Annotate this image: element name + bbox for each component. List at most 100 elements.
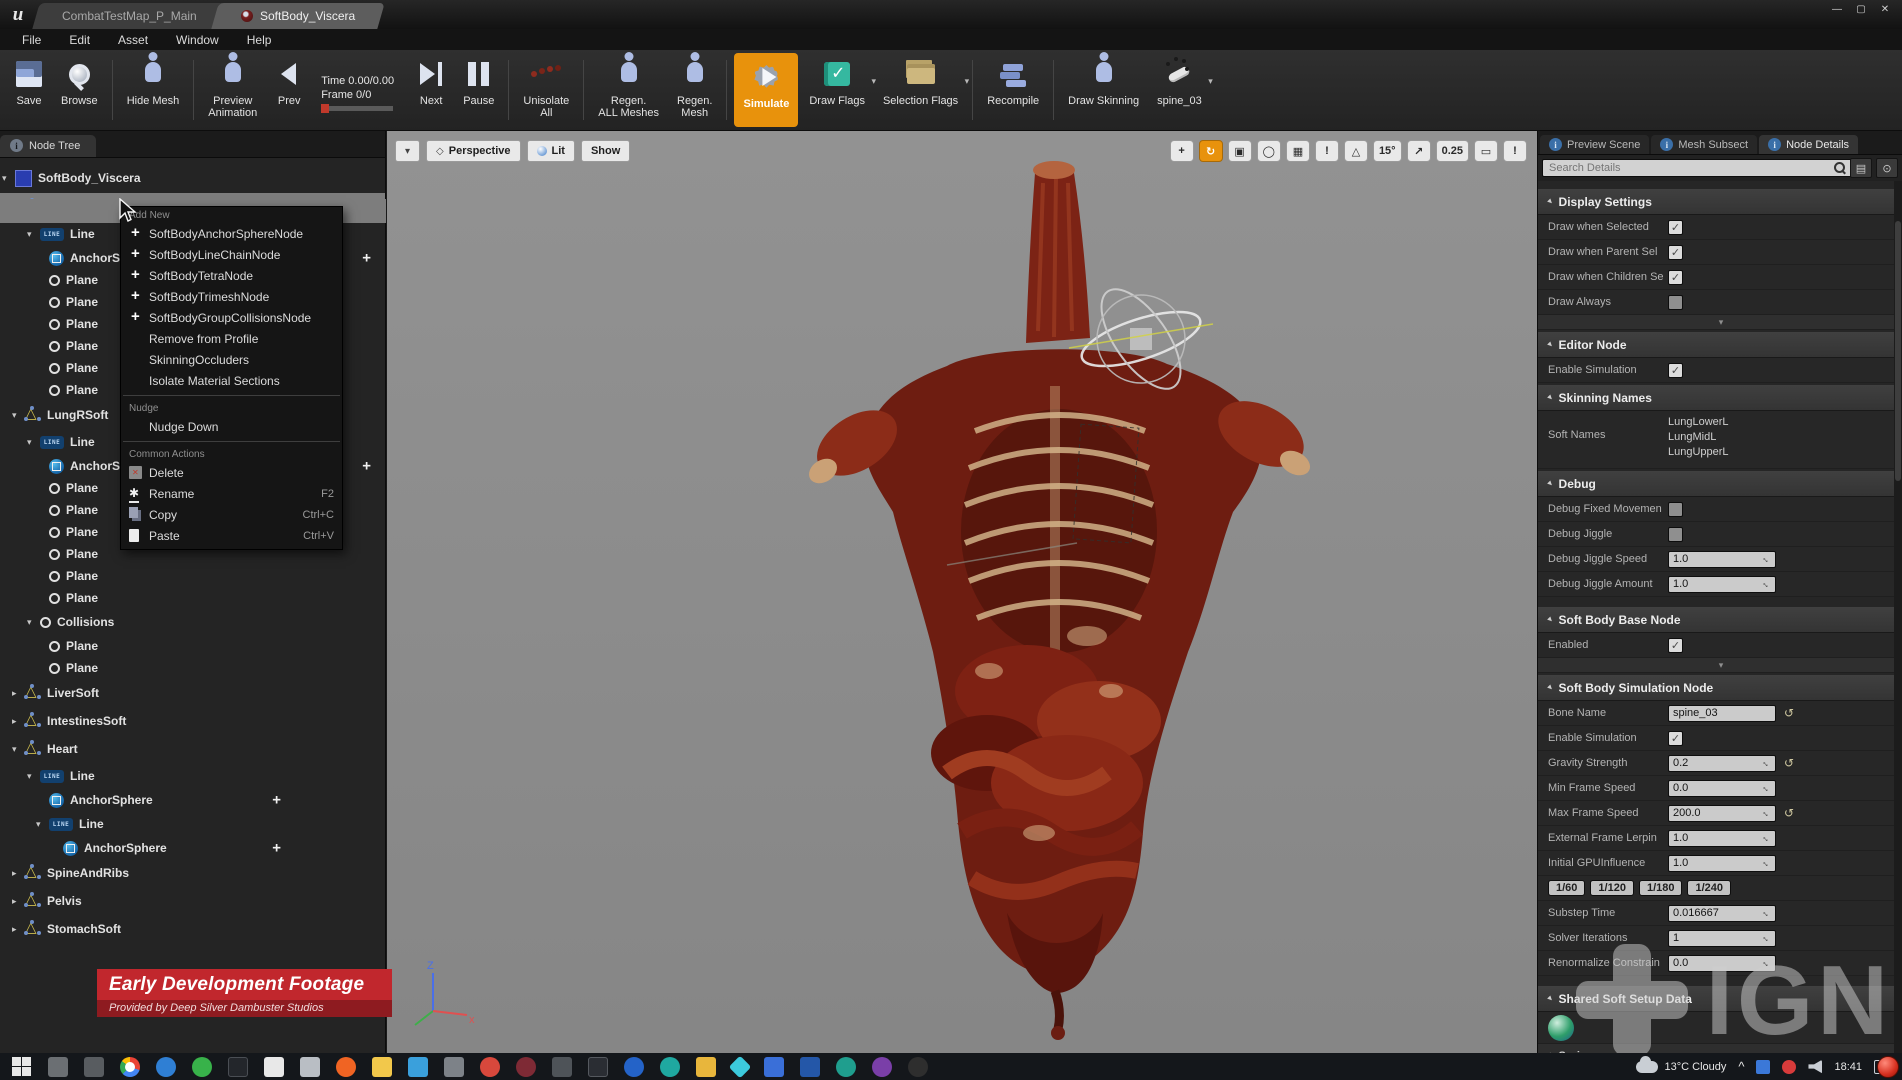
- taskbar-app-icon[interactable]: [624, 1057, 644, 1077]
- value-field[interactable]: 1.0 ↔: [1668, 576, 1776, 593]
- value-field[interactable]: 1 ↔: [1668, 930, 1776, 947]
- tray-chevron[interactable]: ^: [1738, 1059, 1744, 1074]
- taskbar-app-icon[interactable]: [372, 1057, 392, 1077]
- taskbar-app-icon[interactable]: [48, 1057, 68, 1077]
- viewport-tool-button[interactable]: !: [1315, 140, 1339, 162]
- context-menu-item[interactable]: SoftBodyGroupCollisionsNode: [121, 307, 342, 328]
- list-view-button[interactable]: ▤: [1850, 158, 1872, 178]
- taskbar-app-icon[interactable]: [480, 1057, 500, 1077]
- close-button[interactable]: ✕: [1874, 2, 1896, 18]
- taskbar-app-icon[interactable]: [696, 1057, 716, 1077]
- context-menu-item[interactable]: Rename F2: [121, 483, 342, 504]
- viewport-tool-button[interactable]: ↗: [1407, 140, 1431, 162]
- context-menu-item[interactable]: [123, 395, 340, 396]
- taskbar-app-icon[interactable]: [552, 1057, 572, 1077]
- viewport-tool-button[interactable]: ↻: [1199, 140, 1223, 162]
- expand-arrow-icon[interactable]: [2, 173, 15, 184]
- maximize-button[interactable]: ▢: [1850, 2, 1872, 18]
- clock[interactable]: 18:41: [1834, 1061, 1862, 1073]
- toolbar-button[interactable]: [112, 60, 113, 120]
- context-menu-item[interactable]: Paste Ctrl+V: [121, 525, 342, 546]
- section-expand-icon[interactable]: ▾: [1545, 478, 1556, 489]
- tray-icon-red[interactable]: [1782, 1060, 1796, 1074]
- taskbar-app-icon[interactable]: [516, 1057, 536, 1077]
- viewport-tool-button[interactable]: +: [1170, 140, 1194, 162]
- details-scrollbar[interactable]: [1894, 181, 1902, 1053]
- menu-item[interactable]: Window: [162, 33, 233, 47]
- context-menu-item[interactable]: SoftBodyLineChainNode: [121, 244, 342, 265]
- taskbar-app-icon[interactable]: [120, 1057, 140, 1077]
- details-tab[interactable]: i Mesh Subsect: [1651, 135, 1757, 154]
- taskbar-app-icon[interactable]: [156, 1057, 176, 1077]
- add-node-button[interactable]: +: [272, 792, 281, 809]
- toolbar-button[interactable]: Time 0.00/0.00 Frame 0/0: [312, 50, 408, 130]
- viewport-tool-button[interactable]: △: [1344, 140, 1368, 162]
- context-menu-item[interactable]: SoftBodyTrimeshNode: [121, 286, 342, 307]
- taskbar-app-icon[interactable]: [300, 1057, 320, 1077]
- tree-item[interactable]: SpineAndRibs +: [0, 859, 385, 887]
- toolbar-button[interactable]: Selection Flags: [874, 50, 967, 130]
- viewport-tool-button[interactable]: 0.25: [1436, 140, 1469, 162]
- reset-icon[interactable]: ↺: [1784, 756, 1794, 770]
- context-menu-item[interactable]: [123, 441, 340, 442]
- taskbar-app-icon[interactable]: [192, 1057, 212, 1077]
- checkbox[interactable]: [1668, 220, 1683, 235]
- weather-widget[interactable]: 13°C Cloudy: [1636, 1061, 1726, 1073]
- taskbar-app-icon[interactable]: [800, 1057, 820, 1077]
- checkbox[interactable]: [1668, 502, 1683, 517]
- toolbar-button[interactable]: Hide Mesh: [118, 50, 189, 130]
- show-button[interactable]: Show: [581, 140, 630, 162]
- tree-item[interactable]: AnchorSphere +: [0, 837, 385, 859]
- context-menu-item[interactable]: Common Actions: [121, 446, 342, 462]
- toolbar-button[interactable]: [508, 60, 509, 120]
- 3d-viewport[interactable]: ▾ ◇Perspective Lit Show + ↻ ▣ ◯ ▦: [387, 131, 1537, 1053]
- value-field[interactable]: 1.0 ↔: [1668, 551, 1776, 568]
- minimize-button[interactable]: —: [1826, 2, 1848, 18]
- preset-button[interactable]: 1/240: [1687, 880, 1731, 896]
- tree-item[interactable]: Collisions +: [0, 609, 385, 635]
- toolbar-button[interactable]: [726, 60, 727, 120]
- eye-filter-button[interactable]: ⊙: [1876, 158, 1898, 178]
- section-expand-icon[interactable]: ▾: [1545, 339, 1556, 350]
- checkbox[interactable]: [1668, 245, 1683, 260]
- tab-softbody-viscera[interactable]: SoftBody_Viscera: [211, 3, 385, 29]
- section-expand-icon[interactable]: ▾: [1545, 392, 1556, 403]
- taskbar-app-icon[interactable]: [12, 1057, 32, 1077]
- tab-combattestmap[interactable]: CombatTestMap_P_Main: [32, 3, 226, 29]
- taskbar-app-icon[interactable]: [764, 1057, 784, 1077]
- tree-item[interactable]: Line +: [0, 811, 385, 837]
- add-node-button[interactable]: +: [362, 458, 371, 475]
- details-tab[interactable]: i Node Details: [1759, 135, 1858, 154]
- lit-button[interactable]: Lit: [527, 140, 575, 162]
- value-field[interactable]: 1.0 ↔: [1668, 855, 1776, 872]
- toolbar-button[interactable]: Regen. Mesh: [668, 50, 721, 130]
- context-menu-item[interactable]: Delete: [121, 462, 342, 483]
- toolbar-button[interactable]: Regen. ALL Meshes: [589, 50, 668, 130]
- timeline-scrubber[interactable]: [321, 106, 393, 111]
- toolbar-button[interactable]: [193, 60, 194, 120]
- taskbar-app-icon[interactable]: [908, 1057, 928, 1077]
- checkbox[interactable]: [1668, 270, 1683, 285]
- taskbar-app-icon[interactable]: [84, 1057, 104, 1077]
- value-field[interactable]: 0.016667 ↔: [1668, 905, 1776, 922]
- tree-item[interactable]: Plane +: [0, 635, 385, 657]
- toolbar-button[interactable]: [1053, 60, 1054, 120]
- viewport-menu-button[interactable]: ▾: [395, 140, 420, 162]
- toolbar-button[interactable]: Preview Animation: [199, 50, 266, 130]
- add-node-button[interactable]: +: [362, 250, 371, 267]
- value-field[interactable]: 200.0 ↔: [1668, 805, 1776, 822]
- menu-item[interactable]: Edit: [55, 33, 104, 47]
- context-menu-item[interactable]: Isolate Material Sections: [121, 370, 342, 391]
- preset-button[interactable]: 1/120: [1590, 880, 1634, 896]
- taskbar-app-icon[interactable]: [408, 1057, 428, 1077]
- context-menu-item[interactable]: Copy Ctrl+C: [121, 504, 342, 525]
- search-input[interactable]: [1542, 159, 1852, 177]
- toolbar-button[interactable]: Unisolate All: [514, 50, 578, 130]
- context-menu-item[interactable]: SoftBodyTetraNode: [121, 265, 342, 286]
- perspective-button[interactable]: ◇Perspective: [426, 140, 520, 162]
- menu-item[interactable]: Help: [233, 33, 286, 47]
- tree-item[interactable]: Plane +: [0, 587, 385, 609]
- viewport-tool-button[interactable]: ▦: [1286, 140, 1310, 162]
- value-field[interactable]: 0.0 ↔: [1668, 955, 1776, 972]
- toolbar-button[interactable]: Draw Flags: [800, 50, 874, 130]
